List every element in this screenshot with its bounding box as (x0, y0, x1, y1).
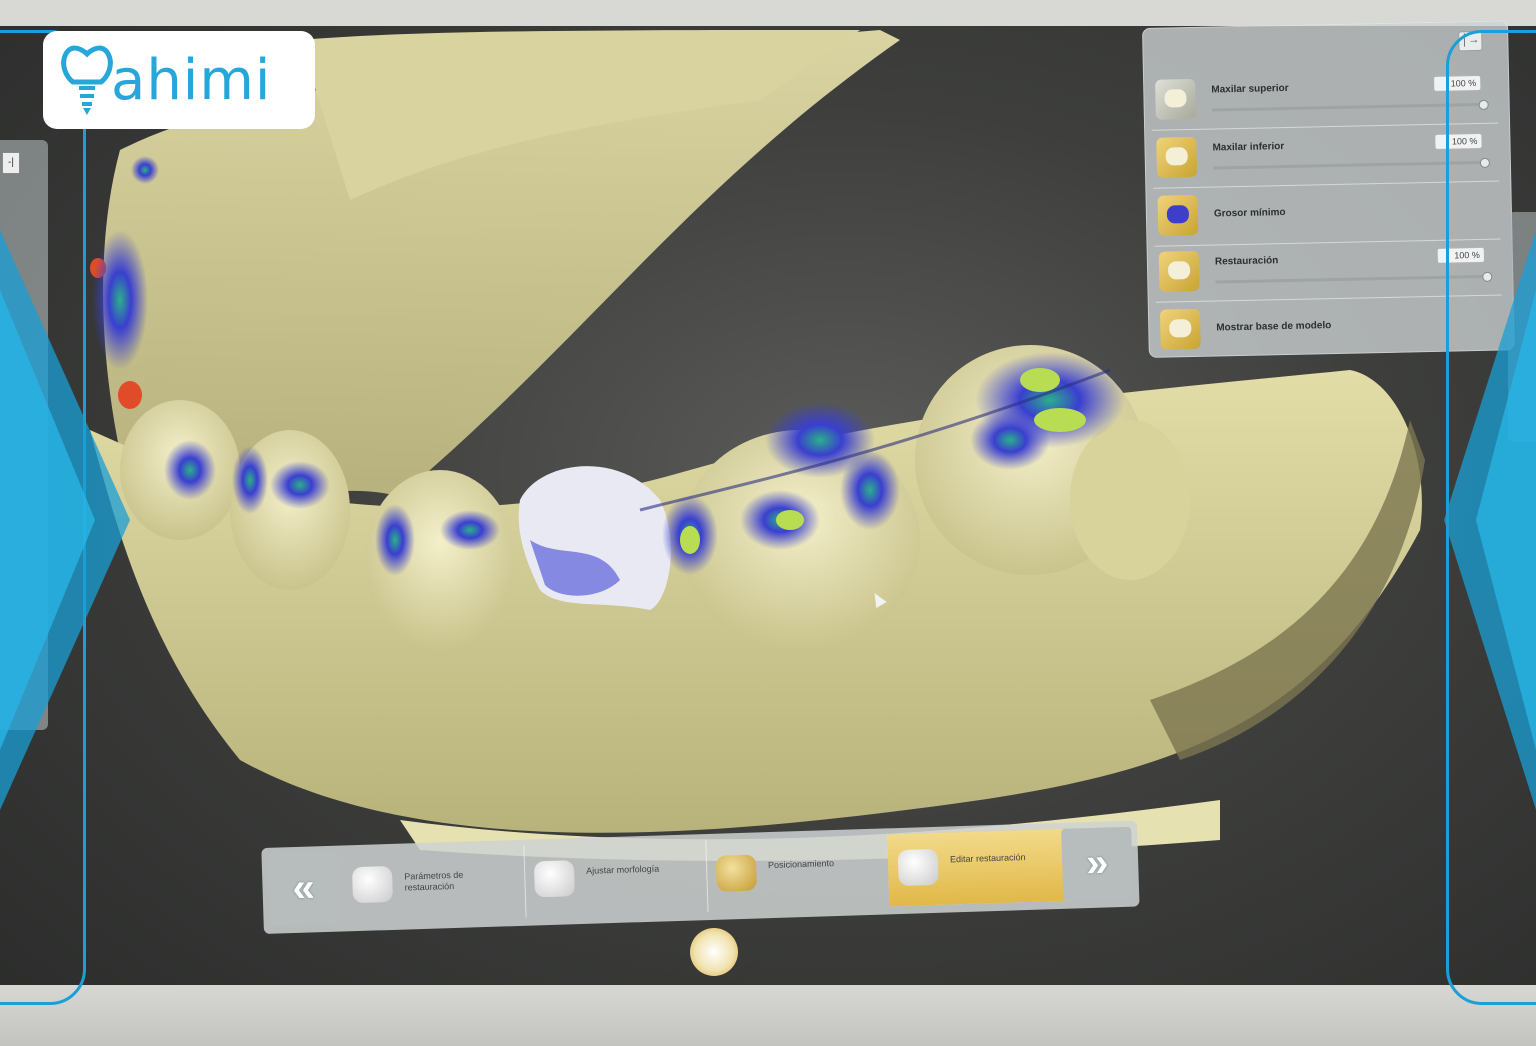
layer-label: Restauración (1214, 255, 1279, 268)
layer-label: Maxilar superior (1211, 82, 1289, 96)
model-base-icon (1159, 308, 1201, 350)
brand-chevron-left (0, 230, 130, 810)
step-label: Posicionamiento (767, 858, 835, 871)
step-label: Ajustar morfología (586, 863, 660, 876)
dental-cad-screen: -| │→ Maxilar superior 100 % Maxilar inf… (0, 0, 1536, 1046)
opacity-slider[interactable] (1211, 99, 1489, 112)
thickness-icon (1157, 194, 1199, 236)
lower-jaw-icon (1156, 136, 1198, 178)
crown-icon (351, 865, 394, 904)
step-label: Editar restauración (949, 852, 1026, 865)
step-positioning[interactable]: Posicionamiento (705, 834, 891, 913)
brand-logo-text: ahimi (111, 47, 272, 113)
brand-logo: ahimi (43, 31, 315, 129)
monitor-bottom-bezel (0, 985, 1536, 1046)
edit-crown-icon (897, 848, 939, 887)
step-adjust-morphology[interactable]: Ajustar morfología (523, 840, 709, 918)
layer-label: Mostrar base de modelo (1216, 320, 1332, 334)
brand-chevron-right (1444, 230, 1536, 810)
positioning-icon (715, 854, 757, 892)
restoration-icon (1158, 250, 1200, 292)
restoration-crown-icon[interactable] (690, 928, 738, 976)
upper-jaw-icon (1155, 78, 1196, 120)
layer-label: Grosor mínimo (1213, 207, 1286, 220)
tooth-implant-icon (61, 45, 113, 115)
step-edit-restoration[interactable]: Editar restauración (887, 828, 1073, 907)
layer-label: Maxilar inferior (1212, 141, 1285, 154)
previous-step-button[interactable]: « (267, 851, 340, 926)
morphology-icon (533, 860, 575, 898)
step-restoration-parameters[interactable]: Parámetros de restauración (341, 845, 527, 924)
next-step-button[interactable]: » (1061, 826, 1134, 901)
step-label: Parámetros de restauración (404, 869, 464, 893)
